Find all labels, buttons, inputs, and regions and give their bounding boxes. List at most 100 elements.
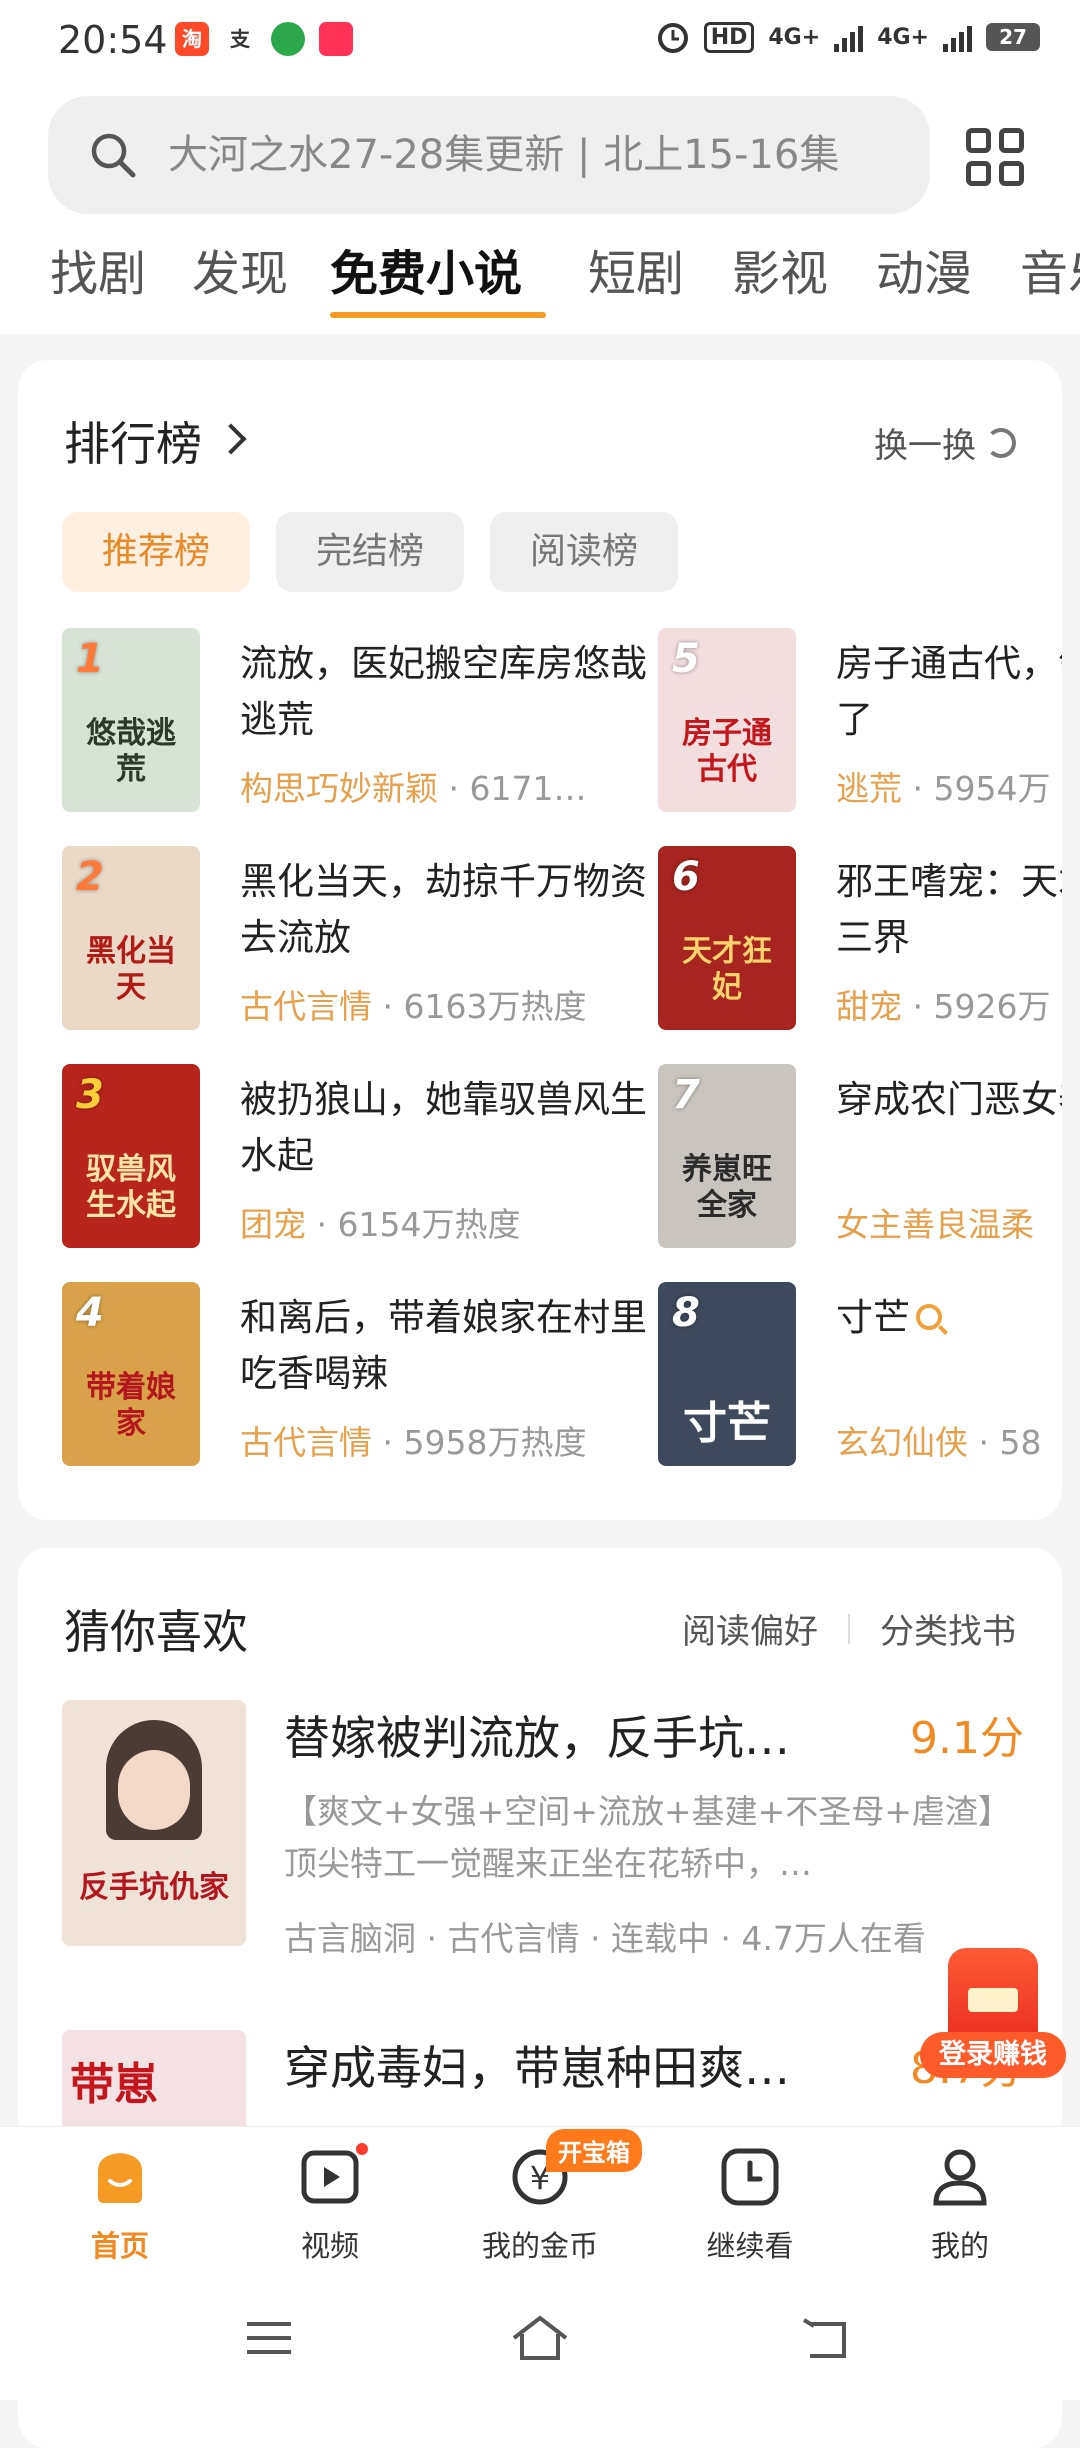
book-title: 被扔狼山，她靠驭兽风生水起	[240, 1078, 647, 1177]
home-icon	[90, 2147, 150, 2207]
book-cover: 3 驭兽风生水起	[62, 1064, 200, 1248]
search-input[interactable]: 大河之水27-28集更新 | 北上15-16集	[168, 96, 908, 214]
battery-icon: 27	[986, 23, 1040, 51]
alarm-icon	[657, 23, 688, 53]
ranking-title[interactable]: 排行榜	[64, 408, 202, 474]
signal-icon	[834, 22, 864, 52]
book-cover: 5 房子通古代	[658, 628, 796, 812]
book-cover: 反手坑仇家	[62, 1700, 246, 1946]
category-grid-icon[interactable]	[966, 128, 1024, 186]
nav-continue[interactable]: 继续看	[670, 2147, 830, 2265]
reading-preference-link[interactable]: 阅读偏好	[682, 1604, 818, 1653]
home-nav-icon[interactable]	[510, 2314, 570, 2362]
book-meta: 古代言情 · 5958万热度	[240, 1423, 587, 1462]
nav-coins[interactable]: ¥ 开宝箱 我的金币	[460, 2129, 642, 2265]
header: 大河之水27-28集更新 | 北上15-16集 找剧 发现 免费小说 短剧 影视…	[0, 84, 1080, 334]
ranking-pills: 推荐榜 完结榜 阅读榜	[62, 512, 678, 592]
book-cover: 1 悠哉逃荒	[62, 628, 200, 812]
alipay-icon: 支	[223, 22, 257, 56]
app-red-icon	[319, 22, 353, 56]
pill-recommend[interactable]: 推荐榜	[62, 512, 250, 592]
network-hd: HD	[703, 21, 755, 53]
login-earn-label: 登录赚钱	[920, 2032, 1066, 2078]
user-icon	[930, 2147, 990, 2207]
coin-icon: ¥ 开宝箱	[510, 2129, 642, 2207]
ranking-book-5[interactable]: 5 房子通古代 房子通古代，领回家强宠了 逃荒 · 5954万	[658, 628, 1062, 818]
signal-icon-2	[943, 22, 972, 52]
ranking-book-6[interactable]: 6 天才狂妃 邪王嗜宠：天才狂妃杀遍三界 甜宠 · 5926万	[658, 846, 1062, 1036]
refresh-button[interactable]: 换一换	[874, 418, 1016, 467]
network-4g-2: 4G+	[877, 24, 929, 50]
book-title: 和离后，带着娘家在村里吃香喝辣	[240, 1296, 647, 1395]
recommend-item-1[interactable]: 反手坑仇家 替嫁被判流放，反手坑… 9.1分 【爽文+女强+空间+流放+基建+不…	[62, 1700, 1042, 1960]
category-search-link[interactable]: 分类找书	[880, 1604, 1016, 1653]
refresh-icon	[986, 427, 1016, 458]
status-app-icons: 淘 支	[175, 22, 353, 56]
bottom-nav: 首页 视频 ¥ 开宝箱 我的金币 继续看 我的	[0, 2126, 1080, 2277]
book-cover: 4 带着娘家	[62, 1282, 200, 1466]
book-title: 房子通古代，领回家强宠了	[836, 642, 1062, 741]
book-meta: 逃荒 · 5954万	[836, 769, 1051, 808]
nav-video[interactable]: 视频	[250, 2143, 410, 2265]
search-bar[interactable]: 大河之水27-28集更新 | 北上15-16集	[48, 96, 930, 214]
login-earn-button[interactable]: 登录赚钱	[920, 1948, 1066, 2094]
book-title: 流放，医妃搬空库房悠哉逃荒	[240, 642, 647, 741]
book-title: 寸芒	[836, 1290, 1062, 1346]
ranking-book-7[interactable]: 7 养崽旺全家 穿成农门恶女养崽旺全家 女主善良温柔	[658, 1064, 1062, 1254]
book-title: 黑化当天，劫掠千万物资去流放	[240, 860, 647, 959]
ranking-book-4[interactable]: 4 带着娘家 和离后，带着娘家在村里吃香喝辣 古代言情 · 5958万热度	[62, 1282, 662, 1472]
tab-discover[interactable]: 发现	[192, 234, 288, 304]
book-title: 穿成毒妇，带崽种田爽…	[284, 2041, 790, 2095]
chevron-right-icon[interactable]	[215, 423, 247, 455]
system-nav-bar	[0, 2276, 1080, 2400]
channel-tabs: 找剧 发现 免费小说 短剧 影视 动漫 音乐	[0, 234, 1080, 324]
recommend-links: 阅读偏好 分类找书	[682, 1604, 1016, 1653]
ranking-card: 排行榜 换一换 推荐榜 完结榜 阅读榜 1 悠哉逃荒 流放，医妃搬空库房悠哉逃荒…	[18, 360, 1062, 1520]
tab-film-tv[interactable]: 影视	[732, 234, 828, 304]
book-meta: 团宠 · 6154万热度	[240, 1205, 521, 1244]
book-title: 邪王嗜宠：天才狂妃杀遍三界	[836, 860, 1062, 959]
video-icon	[300, 2143, 368, 2207]
tab-music[interactable]: 音乐	[1020, 234, 1080, 304]
taobao-icon: 淘	[175, 22, 209, 56]
menu-icon[interactable]	[245, 2318, 293, 2358]
divider	[848, 1613, 850, 1644]
search-hint-icon	[916, 1304, 942, 1330]
tab-free-novel[interactable]: 免费小说	[330, 234, 522, 304]
pill-reading[interactable]: 阅读榜	[490, 512, 678, 592]
recommend-item-2[interactable]: 带崽 穿成毒妇，带崽种田爽… 8.7分	[62, 2030, 1042, 2276]
status-bar: 20:54 淘 支 HD 4G+ 4G+ 27	[0, 0, 1080, 84]
book-score: 9.1分	[910, 1713, 1024, 1764]
book-meta: 女主善良温柔	[836, 1205, 1034, 1244]
ranking-book-1[interactable]: 1 悠哉逃荒 流放，医妃搬空库房悠哉逃荒 构思巧妙新颖 · 6171…	[62, 628, 662, 818]
tab-anime[interactable]: 动漫	[876, 234, 972, 304]
ranking-book-2[interactable]: 2 黑化当天 黑化当天，劫掠千万物资去流放 古代言情 · 6163万热度	[62, 846, 662, 1036]
status-right: HD 4G+ 4G+ 27	[656, 20, 1040, 54]
tab-short-drama[interactable]: 短剧	[588, 234, 684, 304]
clock-icon	[720, 2147, 780, 2207]
nav-me[interactable]: 我的	[880, 2147, 1040, 2265]
pill-completed[interactable]: 完结榜	[276, 512, 464, 592]
back-icon[interactable]	[800, 2316, 850, 2360]
book-meta: 玄幻仙侠 · 58	[836, 1423, 1042, 1462]
app-green-icon	[271, 22, 305, 56]
ranking-book-8[interactable]: 8 寸芒 寸芒 玄幻仙侠 · 58	[658, 1282, 1062, 1472]
book-title: 替嫁被判流放，反手坑…	[284, 1711, 790, 1765]
network-4g-1: 4G+	[768, 24, 821, 50]
ranking-book-3[interactable]: 3 驭兽风生水起 被扔狼山，她靠驭兽风生水起 团宠 · 6154万热度	[62, 1064, 662, 1254]
book-meta: 构思巧妙新颖 · 6171…	[240, 769, 587, 808]
book-description: 【爽文+女强+空间+流放+基建+不圣母+虐渣】 顶尖特工一觉醒来正坐在花轿中，…	[284, 1792, 1004, 1883]
book-cover: 7 养崽旺全家	[658, 1064, 796, 1248]
book-cover: 8 寸芒	[658, 1282, 796, 1466]
book-title: 穿成农门恶女养崽旺全家	[836, 1078, 1062, 1121]
active-tab-indicator	[330, 312, 546, 318]
treasure-badge: 开宝箱	[546, 2129, 642, 2172]
tab-find-drama[interactable]: 找剧	[50, 234, 146, 304]
search-icon	[91, 133, 136, 178]
book-cover: 2 黑化当天	[62, 846, 200, 1030]
book-meta: 甜宠 · 5926万	[836, 987, 1051, 1026]
status-time: 20:54	[58, 18, 168, 62]
recommend-title: 猜你喜欢	[64, 1605, 248, 1659]
refresh-label: 换一换	[874, 426, 976, 466]
nav-home[interactable]: 首页	[40, 2147, 200, 2265]
